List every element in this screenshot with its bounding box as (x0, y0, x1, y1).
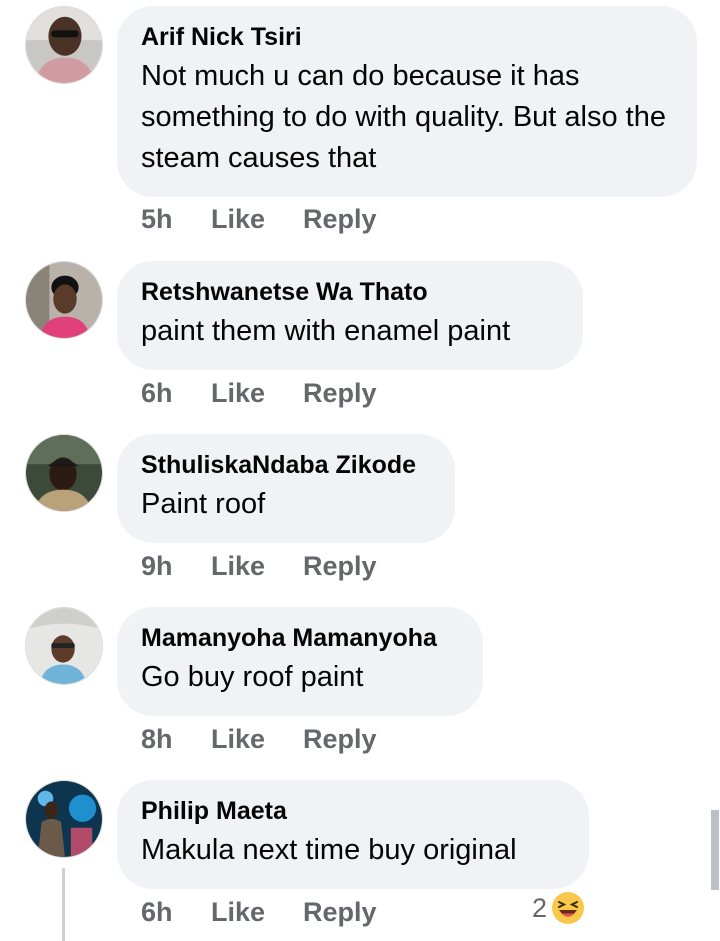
comment-timestamp[interactable]: 5h (141, 204, 211, 235)
comment-actions: 8h Like Reply (141, 724, 377, 755)
avatar[interactable] (25, 6, 103, 84)
avatar[interactable] (25, 607, 103, 685)
like-button[interactable]: Like (211, 724, 303, 755)
like-button[interactable]: Like (211, 897, 303, 928)
comment-actions: 9h Like Reply (141, 551, 377, 582)
comment-thread: Arif Nick Tsiri Not much u can do becaus… (0, 0, 720, 941)
comment-text: Go buy roof paint (141, 661, 364, 693)
reply-button[interactable]: Reply (303, 551, 377, 582)
comment-bubble: SthuliskaNdaba Zikode Paint roof (117, 434, 455, 543)
comment-bubble: Philip Maeta Makula next time buy origin… (117, 780, 589, 889)
comment-bubble: Retshwanetse Wa Thato paint them with en… (117, 261, 583, 370)
comment-author[interactable]: Mamanyoha Mamanyoha (141, 623, 459, 653)
comment-timestamp[interactable]: 9h (141, 551, 211, 582)
reply-button[interactable]: Reply (303, 204, 377, 235)
comment-text: paint them with enamel paint (141, 315, 511, 347)
comment-timestamp[interactable]: 6h (141, 897, 211, 928)
comment-text: Makula next time buy original (141, 834, 517, 866)
avatar[interactable] (25, 261, 103, 339)
reaction-count: 2 (532, 892, 548, 923)
comment-author[interactable]: Philip Maeta (141, 796, 565, 826)
comment-actions: 5h Like Reply (141, 204, 377, 235)
comment-author[interactable]: SthuliskaNdaba Zikode (141, 450, 431, 480)
comment-text: Not much u can do because it has somethi… (141, 60, 666, 174)
laughing-emoji-icon (552, 892, 585, 924)
reply-button[interactable]: Reply (303, 724, 377, 755)
reply-button[interactable]: Reply (303, 378, 377, 409)
comment-author[interactable]: Arif Nick Tsiri (141, 22, 673, 52)
reply-thread-line (62, 868, 65, 941)
avatar[interactable] (25, 780, 103, 858)
avatar[interactable] (25, 434, 103, 512)
comment-actions: 6h Like Reply (141, 378, 377, 409)
comment-author[interactable]: Retshwanetse Wa Thato (141, 277, 559, 307)
comment-timestamp[interactable]: 6h (141, 378, 211, 409)
comment-bubble: Arif Nick Tsiri Not much u can do becaus… (117, 6, 697, 197)
like-button[interactable]: Like (211, 551, 303, 582)
comment-actions: 6h Like Reply (141, 897, 377, 928)
comment-text: Paint roof (141, 488, 266, 520)
comment-bubble: Mamanyoha Mamanyoha Go buy roof paint (117, 607, 483, 716)
reaction-summary[interactable]: 2 (532, 891, 585, 925)
reply-button[interactable]: Reply (303, 897, 377, 928)
like-button[interactable]: Like (211, 204, 303, 235)
comment-timestamp[interactable]: 8h (141, 724, 211, 755)
like-button[interactable]: Like (211, 378, 303, 409)
scrollbar[interactable] (711, 810, 719, 890)
